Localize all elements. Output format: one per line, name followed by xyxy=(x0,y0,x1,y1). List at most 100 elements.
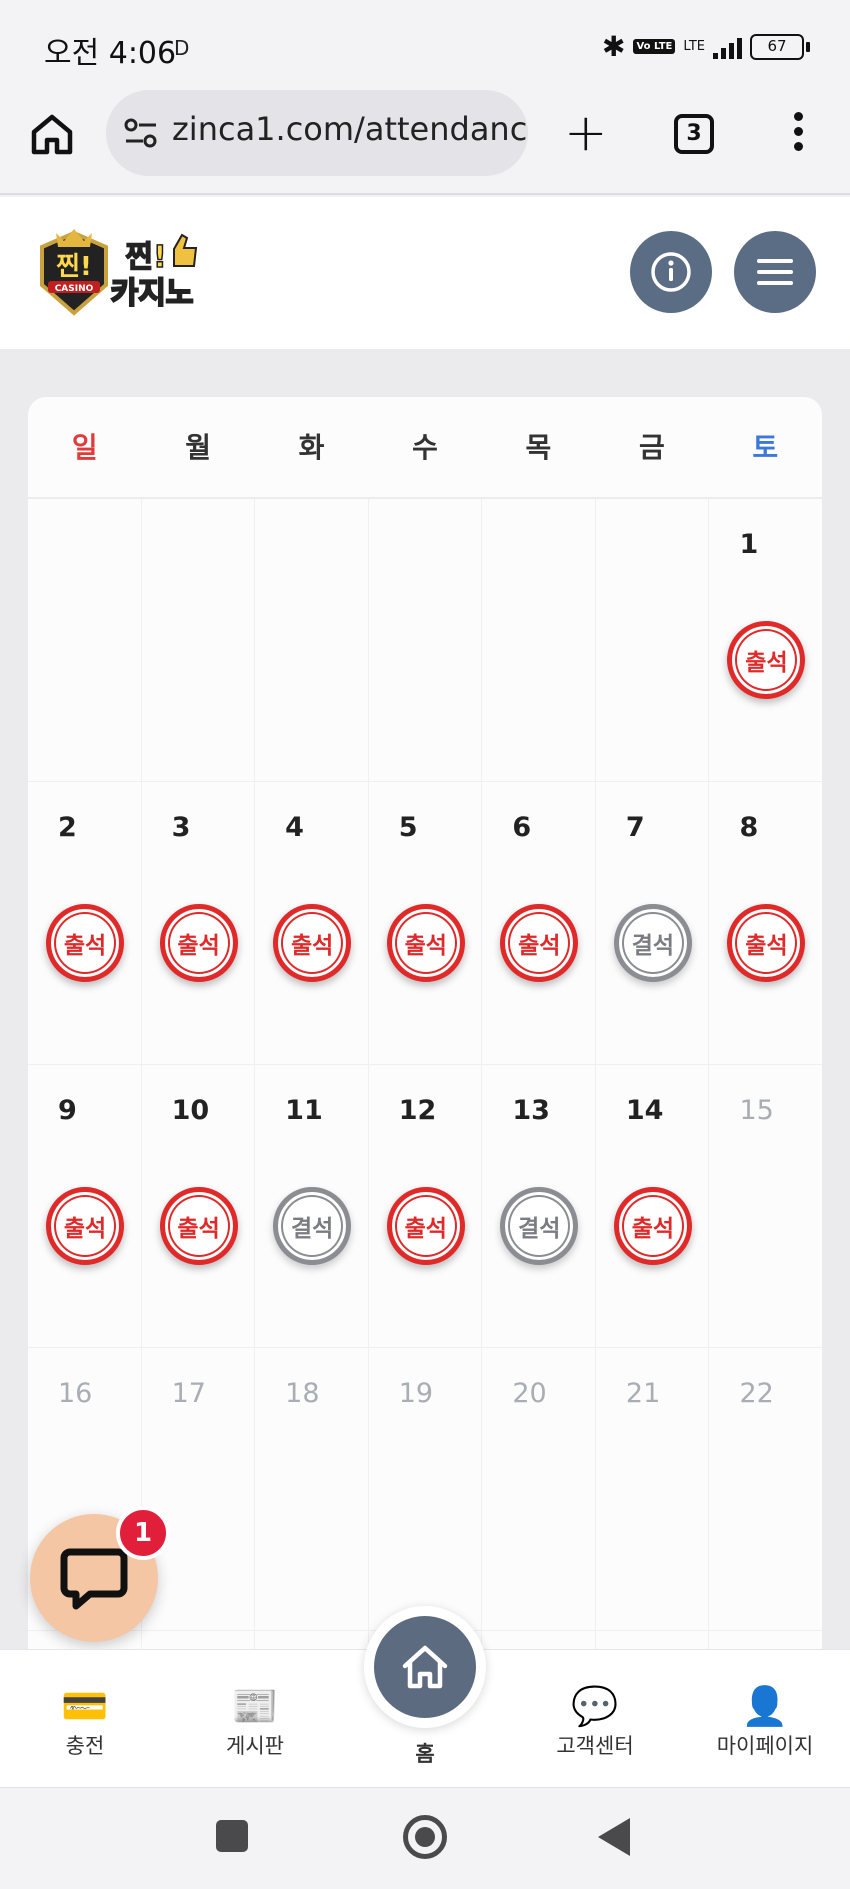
nav-support[interactable]: 💬 고객센터 xyxy=(520,1650,670,1788)
absence-stamp: 결석 xyxy=(613,904,692,982)
nav-charge[interactable]: 💳 충전 xyxy=(10,1650,160,1788)
day-number: 11 xyxy=(285,1095,323,1126)
day-number: 12 xyxy=(398,1095,437,1126)
attendance-stamp: 출석 xyxy=(386,1187,465,1265)
speech-bubble-icon: 💬 xyxy=(571,1684,619,1728)
weekday-mon: 월 xyxy=(185,431,212,464)
site-settings-icon[interactable] xyxy=(124,118,158,148)
calendar-day-cell[interactable]: 3 출석 xyxy=(142,782,256,1064)
svg-text:찐!: 찐! xyxy=(56,252,92,282)
calendar-day-cell[interactable]: 14 출석 xyxy=(596,1065,710,1347)
user-icon: 👤 xyxy=(741,1684,789,1728)
calendar-day-cell[interactable]: 21 xyxy=(596,1348,710,1630)
absence-stamp: 결석 xyxy=(273,1187,352,1265)
status-time: 오전 4:06 xyxy=(44,36,177,71)
hamburger-menu-button[interactable] xyxy=(734,231,816,313)
day-number: 3 xyxy=(171,812,191,843)
weekday-sun: 일 xyxy=(71,431,98,464)
battery-icon: 67 xyxy=(750,33,810,60)
nav-mypage-label: 마이페이지 xyxy=(716,1734,814,1758)
nav-board-label: 게시판 xyxy=(226,1734,284,1758)
calendar-day-cell[interactable]: 2 출석 xyxy=(28,782,142,1064)
browser-home-icon[interactable] xyxy=(28,110,76,158)
day-number: 21 xyxy=(625,1378,661,1409)
svg-text:CASINO: CASINO xyxy=(55,284,94,294)
day-number: 18 xyxy=(285,1378,320,1409)
address-bar[interactable]: zinca1.com/attendanc xyxy=(106,90,528,176)
info-button[interactable] xyxy=(630,231,712,313)
more-menu-icon[interactable] xyxy=(790,112,806,162)
calendar-day-cell[interactable]: 22 xyxy=(709,1348,822,1630)
calendar-day-cell[interactable]: 17 xyxy=(142,1348,256,1630)
nav-home-button[interactable] xyxy=(364,1606,486,1728)
calendar-day-cell[interactable]: 1 출석 xyxy=(709,499,822,781)
home-icon xyxy=(402,1645,448,1689)
attendance-stamp: 출석 xyxy=(613,1187,692,1265)
url-text[interactable]: zinca1.com/attendanc xyxy=(172,110,527,148)
calendar-day-cell[interactable]: 10 출석 xyxy=(142,1065,256,1347)
network-type: LTE xyxy=(683,39,705,54)
calendar-day-cell[interactable]: 19 xyxy=(369,1348,483,1630)
calendar-week: 9 출석 10 출석 11 결석 12 출석 13 결석 14 출석 15 xyxy=(28,1065,822,1348)
newspaper-icon: 📰 xyxy=(231,1684,279,1728)
calendar-day-cell[interactable]: 6 출석 xyxy=(482,782,596,1064)
attendance-stamp: 출석 xyxy=(727,904,806,982)
calendar-week: 1 출석 xyxy=(28,499,822,782)
nav-mypage[interactable]: 👤 마이페이지 xyxy=(690,1650,840,1788)
attendance-stamp: 출석 xyxy=(159,1187,238,1265)
calendar-day-cell[interactable]: 9 출석 xyxy=(28,1065,142,1347)
absence-stamp: 결석 xyxy=(500,1187,579,1265)
chat-icon xyxy=(60,1548,128,1610)
calendar-day-cell[interactable]: 12 출석 xyxy=(369,1065,483,1347)
new-tab-icon[interactable]: + xyxy=(564,107,608,159)
day-number: 16 xyxy=(58,1378,93,1409)
calendar-day-cell[interactable]: 13 결석 xyxy=(482,1065,596,1347)
calendar-day-cell[interactable]: 7 결석 xyxy=(596,782,710,1064)
site-logo[interactable]: 찐! CASINO 찐! 카지노 xyxy=(34,227,214,319)
calendar-day-cell[interactable]: 15 xyxy=(709,1065,822,1347)
nav-board[interactable]: 📰 게시판 xyxy=(180,1650,330,1788)
weekday-fri: 금 xyxy=(638,431,665,464)
calendar-day-cell xyxy=(28,499,142,781)
chat-notification-badge: 1 xyxy=(116,1506,170,1560)
svg-text:찐!: 찐! xyxy=(125,240,166,275)
calendar-day-cell[interactable]: 8 출석 xyxy=(709,782,822,1064)
calendar-day-cell[interactable]: 20 xyxy=(482,1348,596,1630)
calendar-week: 2 출석 3 출석 4 출석 5 출석 6 출석 7 결석 8 출석 xyxy=(28,782,822,1065)
recent-apps-icon[interactable] xyxy=(216,1820,248,1852)
attendance-stamp: 출석 xyxy=(46,1187,124,1265)
status-icons: ✱ Vo LTE LTE 67 xyxy=(602,30,810,63)
day-number: 19 xyxy=(398,1378,434,1409)
nav-home-label: 홈 xyxy=(415,1742,435,1766)
day-number: 10 xyxy=(171,1095,210,1126)
attendance-calendar: 일 월 화 수 목 금 토 1 출석 2 출석 3 출석 4 출석 5 출석 6 출석 7 결석 8 출석 9 출… xyxy=(28,397,822,1657)
calendar-day-cell xyxy=(482,499,596,781)
weekday-header: 일 월 화 수 목 금 토 xyxy=(28,397,822,499)
volte-icon: Vo LTE xyxy=(633,39,676,54)
credit-card-icon: 💳 xyxy=(61,1684,109,1728)
day-number: 2 xyxy=(58,812,77,843)
calendar-day-cell xyxy=(369,499,483,781)
system-home-icon[interactable] xyxy=(403,1815,447,1859)
attendance-stamp: 출석 xyxy=(273,904,352,982)
calendar-day-cell[interactable]: 5 출석 xyxy=(369,782,483,1064)
day-number: 15 xyxy=(739,1095,774,1126)
calendar-day-cell[interactable]: 11 결석 xyxy=(255,1065,369,1347)
day-number: 1 xyxy=(739,529,759,560)
weekday-wed: 수 xyxy=(412,431,438,464)
calendar-day-cell xyxy=(596,499,710,781)
site-header: 찐! CASINO 찐! 카지노 xyxy=(0,197,850,349)
nav-support-label: 고객센터 xyxy=(556,1734,634,1758)
day-number: 22 xyxy=(739,1378,774,1409)
attendance-stamp: 출석 xyxy=(46,904,124,982)
calendar-day-cell[interactable]: 18 xyxy=(255,1348,369,1630)
day-number: 4 xyxy=(285,812,304,843)
signal-icon xyxy=(713,35,742,59)
status-indicator: D xyxy=(174,36,190,60)
day-number: 5 xyxy=(398,812,418,843)
calendar-day-cell[interactable]: 4 출석 xyxy=(255,782,369,1064)
calendar-day-cell xyxy=(255,499,369,781)
tab-switcher-button[interactable]: 3 xyxy=(674,114,714,154)
back-icon[interactable] xyxy=(598,1818,630,1856)
day-number: 20 xyxy=(512,1378,547,1409)
